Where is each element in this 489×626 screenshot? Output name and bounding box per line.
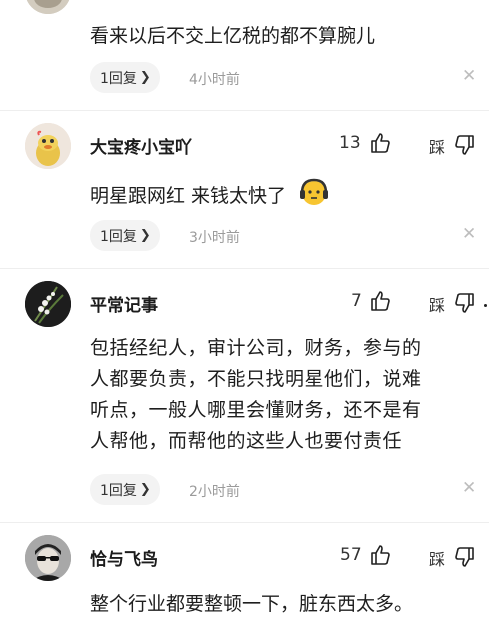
chevron-right-icon: ❯ (139, 70, 151, 85)
username[interactable]: 平常记事 (90, 291, 158, 316)
dislike-label[interactable]: 踩 (429, 134, 445, 158)
thumbs-down-icon[interactable] (454, 292, 476, 318)
divider (0, 522, 489, 523)
thumbs-down-icon[interactable] (454, 546, 476, 572)
reply-button[interactable]: 1回复 ❯ (90, 474, 160, 505)
username[interactable]: 大宝疼小宝吖 (90, 133, 192, 158)
timestamp: 3小时前 (189, 230, 240, 246)
dislike-label[interactable]: 踩 (429, 546, 445, 570)
comment-text: 明星跟网红 来钱太快了 (90, 176, 480, 218)
timestamp: 4小时前 (189, 72, 240, 88)
comment-text: 包括经纪人，审计公司，财务，参与的 人都要负责，不能只找明星他们，说难 听点，一… (90, 337, 422, 452)
thumbs-down-icon[interactable] (454, 134, 476, 160)
like-count: 7 (351, 291, 362, 311)
like-count: 13 (339, 133, 361, 153)
thumbs-up-icon[interactable] (369, 544, 391, 570)
divider (0, 110, 489, 111)
comment-text: 整个行业都要整顿一下，脏东西太多。 (90, 593, 414, 615)
dislike-label[interactable]: 踩 (429, 292, 445, 316)
close-icon[interactable]: ✕ (462, 66, 476, 86)
divider (0, 268, 489, 269)
timestamp: 2小时前 (189, 484, 240, 500)
avatar[interactable] (25, 0, 71, 14)
avatar[interactable] (25, 281, 71, 327)
close-icon[interactable]: ✕ (462, 224, 476, 244)
close-icon[interactable]: ✕ (462, 478, 476, 498)
avatar[interactable] (25, 535, 71, 581)
username[interactable]: 恰与飞鸟 (90, 545, 158, 570)
reply-button[interactable]: 1回复 ❯ (90, 220, 160, 251)
thumbs-up-icon[interactable] (369, 132, 391, 158)
headphone-face-emoji (298, 176, 330, 218)
chevron-right-icon: ❯ (139, 482, 151, 497)
separator-dot (484, 304, 487, 307)
chevron-right-icon: ❯ (139, 228, 151, 243)
thumbs-up-icon[interactable] (369, 290, 391, 316)
avatar[interactable] (25, 123, 71, 169)
reply-button[interactable]: 1回复 ❯ (90, 62, 160, 93)
comment-text: 看来以后不交上亿税的都不算腕儿 (90, 25, 376, 47)
like-count: 57 (340, 545, 362, 565)
